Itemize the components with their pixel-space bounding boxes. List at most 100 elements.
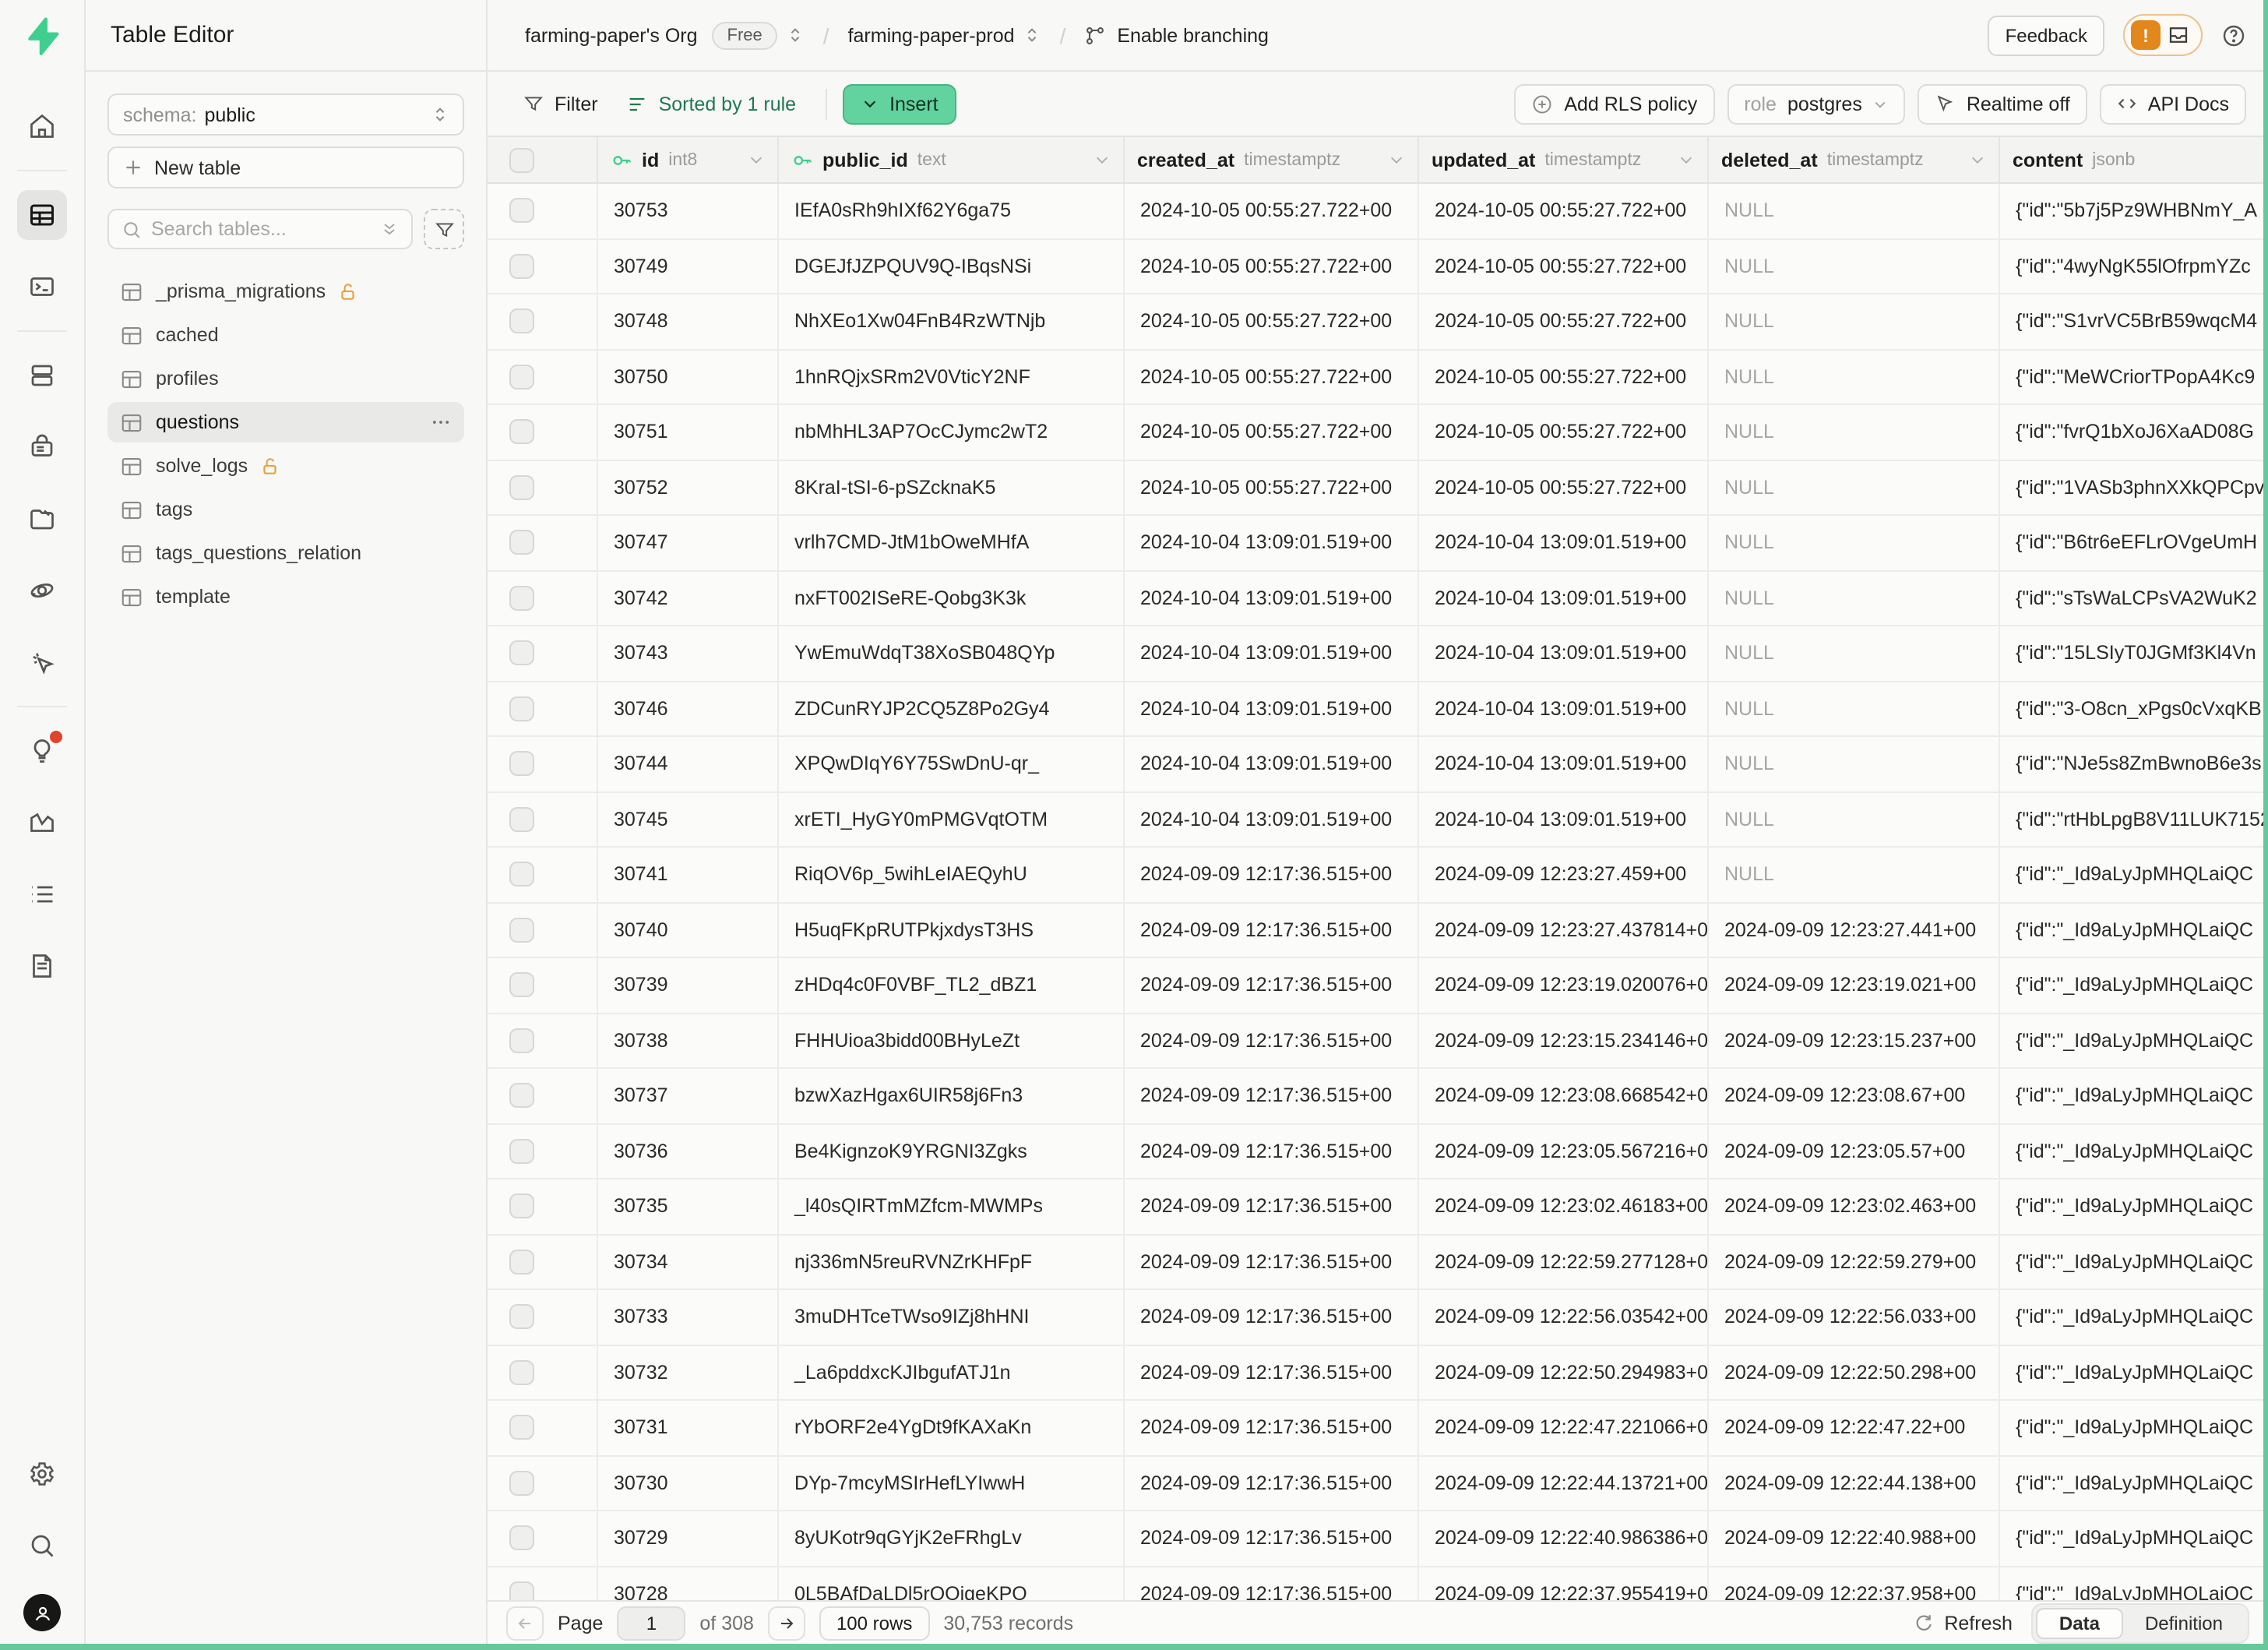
cell-created-at[interactable]: 2024-09-09 12:17:36.515+00 [1125, 1401, 1419, 1456]
sidebar-table-item-questions[interactable]: questions [107, 402, 464, 442]
cell-public-id[interactable]: nxFT002ISeRE-Qobg3K3k [779, 571, 1125, 626]
cell-id[interactable]: 30745 [598, 792, 779, 848]
cell-deleted-at[interactable]: 2024-09-09 12:23:27.441+00 [1709, 903, 2000, 958]
row-checkbox[interactable] [509, 807, 534, 832]
nav-database-icon[interactable] [17, 351, 67, 400]
search-icon[interactable] [17, 1521, 67, 1571]
row-checkbox[interactable] [509, 973, 534, 998]
cell-content[interactable]: {"id":"_Id9aLyJpMHQLaiQC [2000, 1345, 2268, 1401]
cell-created-at[interactable]: 2024-10-05 00:55:27.722+00 [1125, 294, 1419, 350]
cell-id[interactable]: 30737 [598, 1069, 779, 1124]
supabase-logo-icon[interactable] [22, 16, 62, 56]
nav-sql-editor-icon[interactable] [17, 262, 67, 312]
sidebar-table-item-_prisma_migrations[interactable]: _prisma_migrations [107, 271, 464, 312]
cell-public-id[interactable]: nbMhHL3AP7OcCJymc2wT2 [779, 405, 1125, 460]
cell-created-at[interactable]: 2024-09-09 12:17:36.515+00 [1125, 1014, 1419, 1069]
cell-id[interactable]: 30746 [598, 682, 779, 737]
sidebar-table-item-cached[interactable]: cached [107, 315, 464, 355]
cell-updated-at[interactable]: 2024-09-09 12:23:15.234146+00 [1419, 1014, 1709, 1069]
cell-created-at[interactable]: 2024-10-05 00:55:27.722+00 [1125, 239, 1419, 294]
cell-updated-at[interactable]: 2024-10-04 13:09:01.519+00 [1419, 737, 1709, 792]
cell-updated-at[interactable]: 2024-09-09 12:23:19.020076+00 [1419, 958, 1709, 1014]
notifications-button[interactable]: ! [2123, 14, 2203, 56]
cell-created-at[interactable]: 2024-10-05 00:55:27.722+00 [1125, 184, 1419, 239]
cell-updated-at[interactable]: 2024-09-09 12:22:47.221066+00 [1419, 1401, 1709, 1456]
cell-updated-at[interactable]: 2024-10-05 00:55:27.722+00 [1419, 184, 1709, 239]
cell-updated-at[interactable]: 2024-10-04 13:09:01.519+00 [1419, 626, 1709, 682]
cell-public-id[interactable]: 8yUKotr9qGYjK2eFRhgLv [779, 1511, 1125, 1567]
sidebar-table-item-solve_logs[interactable]: solve_logs [107, 446, 464, 486]
nav-auth-icon[interactable] [17, 422, 67, 472]
cell-deleted-at[interactable]: 2024-09-09 12:22:44.138+00 [1709, 1456, 2000, 1511]
sort-button[interactable]: Sorted by 1 rule [612, 93, 811, 115]
cell-public-id[interactable]: DYp-7mcyMSIrHefLYIwwH [779, 1456, 1125, 1511]
cell-id[interactable]: 30732 [598, 1345, 779, 1401]
cell-updated-at[interactable]: 2024-09-09 12:22:50.294983+00 [1419, 1345, 1709, 1401]
cell-deleted-at[interactable]: 2024-09-09 12:23:02.463+00 [1709, 1179, 2000, 1235]
cell-updated-at[interactable]: 2024-10-04 13:09:01.519+00 [1419, 792, 1709, 848]
cell-id[interactable]: 30733 [598, 1290, 779, 1345]
cell-created-at[interactable]: 2024-09-09 12:17:36.515+00 [1125, 958, 1419, 1014]
cell-public-id[interactable]: 1hnRQjxSRm2V0VticY2NF [779, 350, 1125, 405]
refresh-button[interactable]: Refresh [1913, 1612, 2013, 1634]
cell-id[interactable]: 30744 [598, 737, 779, 792]
cell-deleted-at[interactable]: 2024-09-09 12:22:37.958+00 [1709, 1567, 2000, 1600]
cell-deleted-at[interactable]: 2024-09-09 12:23:15.237+00 [1709, 1014, 2000, 1069]
column-menu-chevron-icon[interactable] [1678, 151, 1695, 168]
cell-updated-at[interactable]: 2024-10-05 00:55:27.722+00 [1419, 294, 1709, 350]
feedback-button[interactable]: Feedback [1988, 15, 2104, 55]
sidebar-table-item-profiles[interactable]: profiles [107, 358, 464, 399]
cell-content[interactable]: {"id":"S1vrVC5BrB59wqcM4 [2000, 294, 2268, 350]
column-menu-chevron-icon[interactable] [748, 151, 765, 168]
cell-public-id[interactable]: 0L5BAfDaLDl5rQOiqeKPO [779, 1567, 1125, 1600]
row-checkbox[interactable] [509, 199, 534, 224]
page-number-input[interactable]: 1 [617, 1606, 685, 1640]
cell-public-id[interactable]: H5uqFKpRUTPkjxdysT3HS [779, 903, 1125, 958]
cell-content[interactable]: {"id":"_Id9aLyJpMHQLaiQC [2000, 1511, 2268, 1567]
cell-created-at[interactable]: 2024-10-05 00:55:27.722+00 [1125, 350, 1419, 405]
cell-id[interactable]: 30741 [598, 848, 779, 903]
table-filter-button[interactable] [424, 209, 464, 249]
cell-created-at[interactable]: 2024-10-04 13:09:01.519+00 [1125, 516, 1419, 571]
cell-updated-at[interactable]: 2024-09-09 12:23:08.668542+00 [1419, 1069, 1709, 1124]
row-checkbox[interactable] [509, 1139, 534, 1164]
cell-updated-at[interactable]: 2024-09-09 12:23:27.437814+00 [1419, 903, 1709, 958]
row-checkbox[interactable] [509, 1581, 534, 1601]
role-select[interactable]: role postgres [1727, 83, 1906, 124]
cell-updated-at[interactable]: 2024-10-05 00:55:27.722+00 [1419, 460, 1709, 516]
cell-content[interactable]: {"id":"4wyNgK55lOfrpmYZc [2000, 239, 2268, 294]
column-header-public_id[interactable]: public_idtext [779, 137, 1125, 182]
cell-content[interactable]: {"id":"_Id9aLyJpMHQLaiQC [2000, 1235, 2268, 1290]
column-header-id[interactable]: idint8 [598, 137, 779, 182]
row-checkbox[interactable] [509, 1028, 534, 1053]
column-menu-chevron-icon[interactable] [1094, 151, 1111, 168]
cell-content[interactable]: {"id":"3-O8cn_xPgs0cVxqKB [2000, 682, 2268, 737]
nav-reports-icon[interactable] [17, 798, 67, 848]
cell-public-id[interactable]: rYbORF2e4YgDt9fKAXaKn [779, 1401, 1125, 1456]
cell-content[interactable]: {"id":"_Id9aLyJpMHQLaiQC [2000, 1401, 2268, 1456]
cell-content[interactable]: {"id":"_Id9aLyJpMHQLaiQC [2000, 958, 2268, 1014]
cell-public-id[interactable]: DGEJfJZPQUV9Q-IBqsNSi [779, 239, 1125, 294]
cell-created-at[interactable]: 2024-10-04 13:09:01.519+00 [1125, 682, 1419, 737]
select-all-checkbox[interactable] [509, 147, 534, 172]
tab-definition[interactable]: Definition [2123, 1607, 2245, 1638]
next-page-button[interactable] [768, 1606, 805, 1640]
cell-id[interactable]: 30734 [598, 1235, 779, 1290]
column-menu-chevron-icon[interactable] [1388, 151, 1405, 168]
cell-id[interactable]: 30728 [598, 1567, 779, 1600]
cell-public-id[interactable]: zHDq4c0F0VBF_TL2_dBZ1 [779, 958, 1125, 1014]
cell-created-at[interactable]: 2024-10-05 00:55:27.722+00 [1125, 405, 1419, 460]
row-checkbox[interactable] [509, 1194, 534, 1219]
cell-public-id[interactable]: Be4KignzoK9YRGNI3Zgks [779, 1124, 1125, 1179]
enable-branching-button[interactable]: Enable branching [1084, 24, 1269, 46]
nav-table-editor-icon[interactable] [17, 190, 67, 240]
cell-deleted-at[interactable]: NULL [1709, 626, 2000, 682]
realtime-toggle-button[interactable]: Realtime off [1918, 83, 2087, 124]
cell-content[interactable]: {"id":"fvrQ1bXoJ6XaAD08G [2000, 405, 2268, 460]
cell-deleted-at[interactable]: NULL [1709, 239, 2000, 294]
cell-updated-at[interactable]: 2024-09-09 12:23:05.567216+00 [1419, 1124, 1709, 1179]
new-table-button[interactable]: New table [107, 146, 464, 189]
cell-content[interactable]: {"id":"_Id9aLyJpMHQLaiQC [2000, 1290, 2268, 1345]
row-checkbox[interactable] [509, 586, 534, 611]
cell-content[interactable]: {"id":"15LSIyT0JGMf3Kl4Vn [2000, 626, 2268, 682]
